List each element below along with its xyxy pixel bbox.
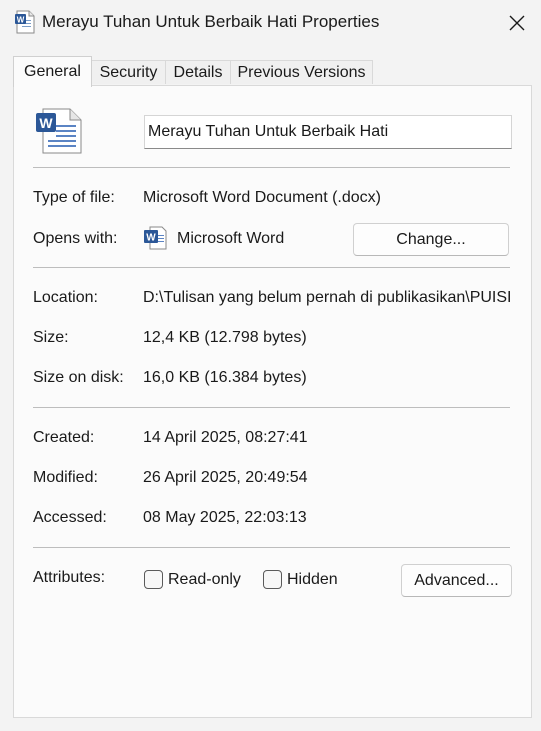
- word-document-icon: W: [15, 10, 35, 34]
- hidden-label: Hidden: [287, 571, 338, 588]
- opens-with-label: Opens with:: [33, 230, 118, 247]
- close-icon: [509, 15, 525, 31]
- advanced-button[interactable]: Advanced...: [401, 564, 512, 597]
- readonly-checkbox[interactable]: [144, 570, 163, 589]
- hidden-checkbox[interactable]: [263, 570, 282, 589]
- tab-details-label: Details: [173, 63, 223, 81]
- close-button[interactable]: [499, 6, 535, 40]
- general-panel: W Type of file: Microsoft Word Document …: [13, 85, 532, 718]
- tab-security-label: Security: [99, 63, 158, 81]
- svg-text:W: W: [17, 15, 25, 24]
- divider: [33, 167, 510, 168]
- tab-general[interactable]: General: [13, 56, 92, 87]
- divider: [33, 547, 510, 548]
- modified-label: Modified:: [33, 469, 98, 486]
- svg-text:W: W: [146, 233, 156, 244]
- size-on-disk-label: Size on disk:: [33, 369, 124, 386]
- size-value: 12,4 KB (12.798 bytes): [143, 329, 307, 346]
- tab-details[interactable]: Details: [165, 60, 231, 84]
- title-bar: W Merayu Tuhan Untuk Berbaik Hati Proper…: [0, 0, 541, 46]
- change-button[interactable]: Change...: [353, 223, 509, 256]
- file-name-input[interactable]: [144, 115, 512, 149]
- microsoft-word-icon: W: [144, 226, 167, 250]
- size-label: Size:: [33, 329, 69, 346]
- type-of-file-value: Microsoft Word Document (.docx): [143, 189, 381, 206]
- attributes-label: Attributes:: [33, 569, 106, 586]
- tab-strip: General Security Details Previous Versio…: [13, 56, 533, 87]
- location-value: D:\Tulisan yang belum pernah di publikas…: [143, 289, 512, 306]
- tab-previous-versions-label: Previous Versions: [237, 63, 366, 81]
- tab-security[interactable]: Security: [91, 60, 166, 84]
- tab-general-label: General: [24, 63, 81, 80]
- created-label: Created:: [33, 429, 95, 446]
- readonly-label: Read-only: [168, 571, 241, 588]
- size-on-disk-value: 16,0 KB (16.384 bytes): [143, 369, 307, 386]
- divider: [33, 267, 510, 268]
- location-label: Location:: [33, 289, 98, 306]
- divider: [33, 407, 510, 408]
- accessed-value: 08 May 2025, 22:03:13: [143, 509, 307, 526]
- type-of-file-label: Type of file:: [33, 189, 115, 206]
- opens-with-value: Microsoft Word: [177, 230, 285, 247]
- modified-value: 26 April 2025, 20:49:54: [143, 469, 308, 486]
- window-title: Merayu Tuhan Untuk Berbaik Hati Properti…: [42, 12, 380, 31]
- tab-previous-versions[interactable]: Previous Versions: [230, 60, 373, 84]
- svg-text:W: W: [39, 115, 53, 131]
- created-value: 14 April 2025, 08:27:41: [143, 429, 308, 446]
- accessed-label: Accessed:: [33, 509, 107, 526]
- large-word-document-icon: W: [36, 108, 82, 154]
